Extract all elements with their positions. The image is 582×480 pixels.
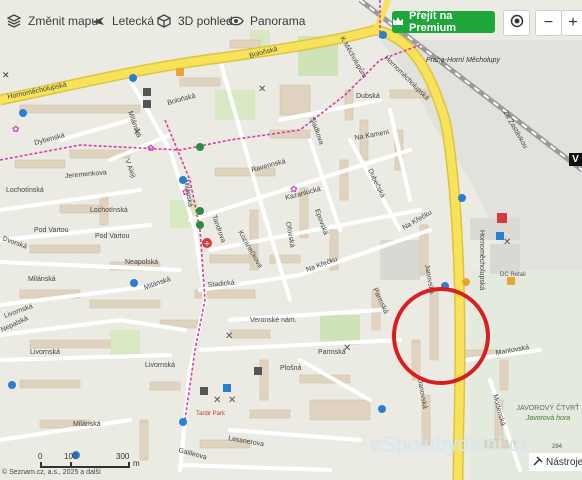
tram-stop-icon[interactable] — [129, 74, 137, 82]
restaurant-icon[interactable]: ✕ — [133, 127, 141, 138]
cube-icon — [156, 13, 172, 29]
aerial-button[interactable]: Letecká — [90, 10, 154, 32]
shop-icon[interactable] — [143, 100, 151, 108]
place-label: Tardir Park — [196, 411, 226, 417]
change-map-button[interactable]: Změnit mapu — [6, 10, 98, 32]
tree-icon — [196, 207, 204, 215]
map-canvas[interactable]: Hornoměcholupská Hornoměcholupská Hornom… — [0, 0, 582, 480]
shop-icon[interactable] — [200, 387, 208, 395]
target-icon — [510, 14, 524, 33]
svg-text:+: + — [204, 239, 211, 248]
tree-icon — [196, 143, 204, 151]
restaurant-icon[interactable]: ✕ — [258, 84, 266, 95]
street-label: Veronské nám. — [250, 317, 297, 324]
3d-view-label: 3D pohled — [178, 14, 233, 28]
copyright-text: © Seznam.cz, a.s., 2025 a další — [2, 469, 101, 476]
street-label: Lochotínská — [90, 207, 128, 214]
shop-icon[interactable] — [254, 367, 262, 375]
scale-label-0: 0 — [38, 452, 43, 461]
restaurant-icon[interactable]: ✕ — [343, 343, 351, 354]
restaurant-icon[interactable]: ✕ — [225, 331, 233, 342]
tools-button[interactable]: Nástroje — [529, 453, 582, 471]
restaurant-icon[interactable]: ✕ — [213, 395, 221, 406]
street-label: Pod Vartou — [95, 233, 130, 240]
bus-stop-icon[interactable] — [179, 418, 187, 426]
street-label: Plošná — [280, 365, 302, 372]
panorama-button[interactable]: Panorama — [228, 10, 305, 32]
flower-icon: ✿ — [290, 185, 298, 195]
street-label: Dubská — [356, 93, 380, 100]
station-label: Praha-Horní Měcholupy — [426, 57, 500, 64]
flower-icon: ✿ — [182, 188, 190, 198]
bus-stop-icon[interactable] — [179, 176, 187, 184]
bus-stop-icon[interactable] — [458, 194, 466, 202]
vlak-badge[interactable]: V — [569, 153, 582, 166]
shop-icon[interactable] — [143, 88, 151, 96]
district-label: JAVOROVÝ ČTVRŤ — [517, 403, 581, 412]
street-label: Milánská — [28, 276, 56, 283]
shop-icon[interactable] — [497, 213, 507, 223]
watermark: eSpolubydlení.cz — [370, 433, 530, 456]
tree-icon — [196, 221, 204, 229]
bus-stop-icon[interactable] — [130, 279, 138, 287]
panorama-label: Panorama — [250, 14, 306, 28]
tools-label: Nástroje — [546, 456, 582, 468]
street-label: Milánská — [73, 421, 101, 428]
scale-label-100: 100 — [64, 452, 78, 461]
restaurant-icon[interactable]: ✕ — [228, 395, 236, 406]
street-label: Neapolská — [125, 259, 158, 266]
elevation-label: 284 — [552, 444, 563, 450]
transit-icon[interactable] — [462, 278, 470, 286]
aerial-label: Letecká — [112, 14, 155, 28]
zoom-out-button[interactable]: − — [535, 10, 562, 36]
place-label: Javorová hora — [525, 415, 570, 422]
flower-icon: ✕ — [2, 71, 10, 81]
street-label: Parmská — [318, 349, 346, 356]
shop-icon[interactable] — [176, 68, 184, 76]
tram-stop-icon[interactable] — [19, 109, 27, 117]
restaurant-icon[interactable]: ✕ — [503, 237, 511, 248]
scale-bar — [40, 462, 130, 468]
plane-icon — [90, 13, 106, 29]
street-label: Pod Vartou — [34, 227, 69, 234]
3d-view-button[interactable]: 3D pohled — [156, 10, 233, 32]
bus-stop-icon[interactable] — [8, 381, 16, 389]
map-toolbar: Změnit mapu Letecká 3D pohled Panorama P… — [0, 0, 582, 42]
scale-unit: m — [133, 459, 140, 468]
street-label: Lochotínská — [6, 187, 44, 194]
tools-icon — [533, 455, 543, 469]
shop-icon[interactable] — [507, 277, 515, 285]
change-map-label: Změnit mapu — [28, 14, 99, 28]
flower-icon: ✿ — [147, 144, 155, 154]
scale-label-300: 300 — [116, 452, 130, 461]
premium-label: Přejít na Premium — [409, 10, 457, 34]
crown-icon — [392, 16, 404, 29]
street-label: Livornská — [145, 362, 175, 369]
locate-button[interactable] — [503, 10, 530, 36]
flower-icon: ✿ — [12, 125, 20, 135]
zoom-in-button[interactable]: + — [561, 10, 582, 36]
street-label: Hornoměcholupská — [478, 230, 485, 290]
eye-icon — [228, 13, 244, 29]
street-label: Livornská — [30, 349, 60, 356]
park-area — [110, 330, 140, 355]
premium-button[interactable]: Přejít na Premium — [392, 10, 495, 34]
layers-icon — [6, 13, 22, 29]
shop-icon[interactable] — [223, 384, 231, 392]
parking-icon[interactable] — [378, 405, 386, 413]
